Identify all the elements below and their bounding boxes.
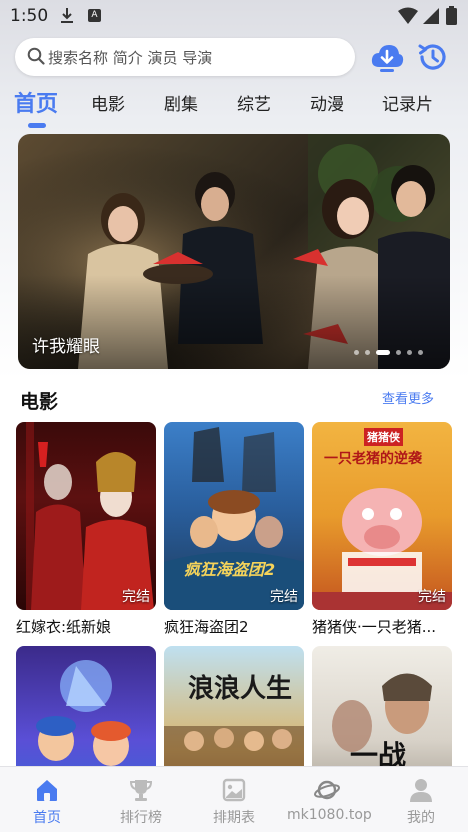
- banner-pagination: [354, 340, 429, 359]
- category-tabs: 首页 电影 剧集 综艺 动漫 记录片: [0, 86, 468, 130]
- banner-dot-active: [376, 350, 390, 355]
- movie-title: 疯狂海盗团2: [164, 618, 249, 636]
- banner-dot: [354, 350, 359, 355]
- tab-variety[interactable]: 综艺: [237, 90, 271, 115]
- banner-dot: [365, 350, 370, 355]
- search-icon: [27, 47, 45, 65]
- tab-home[interactable]: 首页: [14, 86, 58, 118]
- poster-art: [26, 422, 154, 610]
- battery-icon: [446, 6, 457, 25]
- user-icon: [410, 779, 432, 802]
- featured-banner[interactable]: 许我耀眼: [18, 134, 450, 369]
- search-input[interactable]: 搜索名称 简介 演员 导演: [15, 38, 355, 76]
- signal-icon: [423, 8, 439, 24]
- download-status-icon: [61, 8, 73, 23]
- section-title: 电影: [20, 391, 59, 413]
- tab-indicator: [28, 123, 46, 128]
- home-icon: [37, 780, 57, 801]
- status-bar: 1:50 A: [0, 0, 468, 34]
- status-badge: 完结: [270, 589, 298, 605]
- banner-title: 许我耀眼: [32, 337, 100, 357]
- movie-card[interactable]: 完结 红嫁衣:纸新娘: [16, 422, 156, 637]
- history-icon[interactable]: [416, 40, 450, 74]
- wifi-icon: [398, 7, 418, 24]
- movie-card[interactable]: 疯狂海盗团2 完结 疯狂海盗团2: [164, 422, 304, 637]
- movie-poster: 猪猪侠 一只老猪的逆袭 完结: [312, 422, 452, 610]
- status-badge: 完结: [122, 589, 150, 605]
- banner-dot: [418, 350, 423, 355]
- nav-label: 我的: [407, 810, 435, 826]
- poster-title-art: 一只老猪的逆袭: [324, 451, 422, 467]
- tab-movies[interactable]: 电影: [91, 90, 125, 115]
- status-time: 1:50: [10, 6, 49, 26]
- search-placeholder: 搜索名称 简介 演员 导演: [48, 49, 213, 67]
- tab-documentary[interactable]: 记录片: [382, 90, 433, 115]
- nav-home[interactable]: 首页: [7, 777, 87, 827]
- tab-series[interactable]: 剧集: [164, 90, 198, 115]
- poster-top-text: 猪猪侠: [364, 428, 403, 446]
- a-status-icon: A: [88, 9, 101, 22]
- schedule-icon: [222, 778, 246, 802]
- tab-anime[interactable]: 动漫: [310, 90, 344, 115]
- bottom-navigation: 首页 排行榜 排期表 mk1080.top 我的: [0, 766, 468, 832]
- nav-profile[interactable]: 我的: [381, 777, 461, 827]
- nav-schedule[interactable]: 排期表: [194, 777, 274, 827]
- nav-label: 排期表: [213, 810, 255, 826]
- movie-card[interactable]: 猪猪侠 一只老猪的逆袭 完结 猪猪侠·一只老猪...: [312, 422, 452, 637]
- trophy-icon: [129, 780, 153, 801]
- banner-dot: [407, 350, 412, 355]
- banner-dot: [396, 350, 401, 355]
- cloud-download-icon[interactable]: [370, 40, 404, 74]
- movie-poster: 疯狂海盗团2 完结: [164, 422, 304, 610]
- nav-ranking[interactable]: 排行榜: [101, 777, 181, 827]
- nav-label: 首页: [33, 810, 61, 826]
- status-badge: 完结: [418, 589, 446, 605]
- poster-title-art: 浪浪人生: [188, 674, 293, 704]
- planet-icon: [314, 780, 340, 800]
- see-more-button[interactable]: 查看更多: [376, 386, 440, 414]
- nav-label: 排行榜: [120, 810, 162, 826]
- movie-title: 红嫁衣:纸新娘: [16, 618, 112, 636]
- nav-site[interactable]: mk1080.top: [287, 777, 372, 823]
- movie-title: 猪猪侠·一只老猪...: [312, 618, 437, 636]
- nav-label: mk1080.top: [287, 807, 372, 823]
- poster-title-art: 疯狂海盗团2: [184, 560, 276, 579]
- movie-poster: 完结: [16, 422, 156, 610]
- poster-art: [164, 427, 304, 610]
